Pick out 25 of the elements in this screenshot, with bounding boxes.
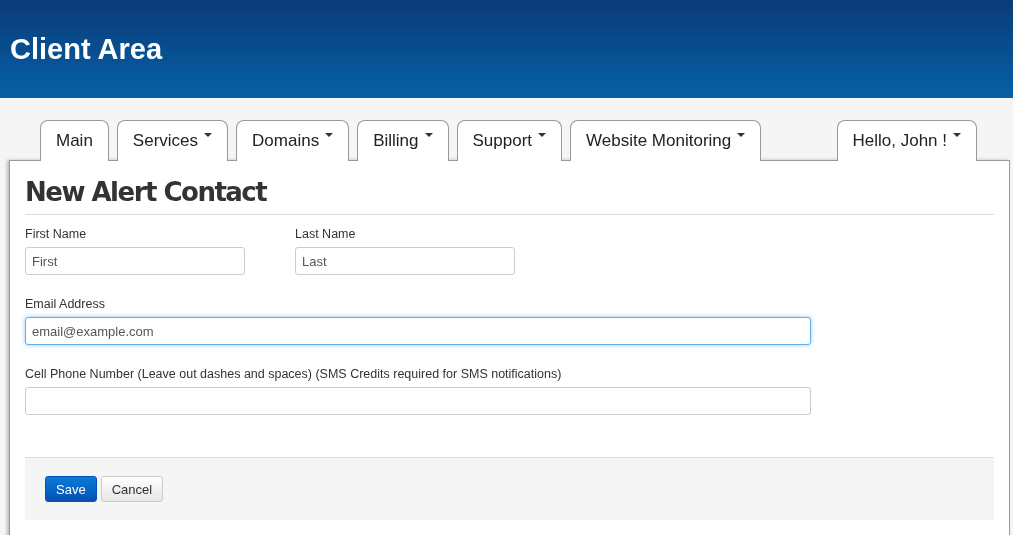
cancel-button[interactable]: Cancel <box>100 476 164 502</box>
nav-tab[interactable]: Support <box>456 120 563 161</box>
caret-icon <box>538 133 547 137</box>
caret-icon <box>204 133 213 137</box>
nav-tab[interactable]: Services <box>116 120 229 161</box>
input-field[interactable]: First <box>25 247 245 275</box>
nav-tab[interactable]: Domains <box>236 120 350 161</box>
input-field[interactable]: email@example.com <box>25 317 811 345</box>
input-field[interactable] <box>25 387 811 415</box>
caret-icon <box>737 133 746 137</box>
form-title: New Alert Contact <box>25 177 994 215</box>
field-label: First Name <box>25 227 88 241</box>
nav-tab[interactable]: Main <box>40 120 109 161</box>
caret-icon <box>424 133 433 137</box>
caret-icon <box>325 133 334 137</box>
field-label: Email Address <box>25 297 106 311</box>
save-button[interactable]: Save <box>45 476 97 502</box>
caret-icon <box>953 133 961 137</box>
input-field[interactable]: Last <box>295 247 515 275</box>
nav-tab[interactable]: Billing <box>357 120 449 161</box>
site-title: Client Area <box>10 32 163 66</box>
nav-tab[interactable]: Website Monitoring <box>570 120 762 161</box>
user-menu[interactable]: Hello, John ! <box>836 120 977 161</box>
field-label: Last Name <box>295 227 357 241</box>
field-label: Cell Phone Number (Leave out dashes and spaces) (SMS Credits required for SMS notifications) <box>25 367 563 381</box>
